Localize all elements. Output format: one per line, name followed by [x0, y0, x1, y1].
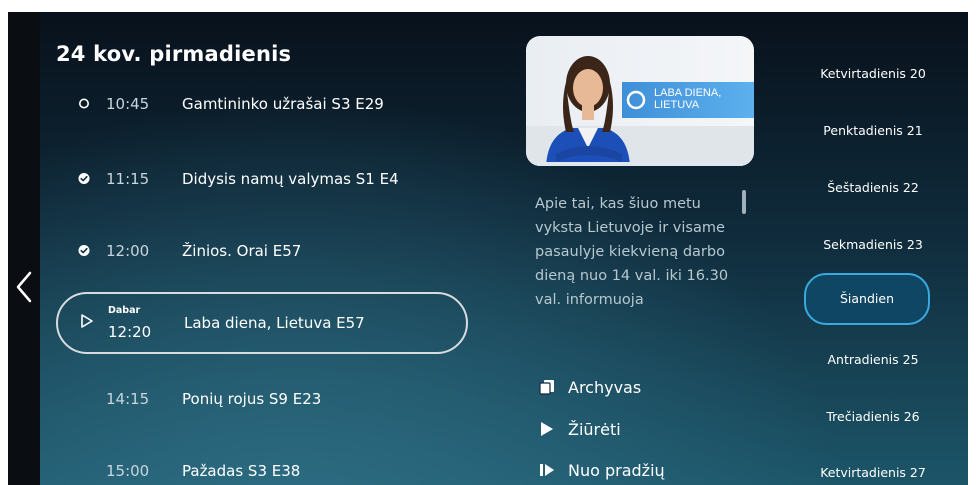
date-item[interactable]: Sekmadienis 23 [808, 237, 938, 252]
date-item[interactable]: Trečiadienis 26 [808, 409, 938, 424]
archive-label: Archyvas [568, 377, 642, 397]
check-circle-icon [78, 242, 90, 261]
program-time: 12:20 [108, 323, 152, 341]
program-title: Laba diena, Lietuva E57 [184, 314, 365, 332]
description-scrollbar[interactable] [742, 190, 746, 214]
date-item[interactable]: Šeštadienis 22 [808, 180, 938, 195]
program-title: Ponių rojus S9 E23 [182, 390, 322, 408]
play-outline-icon [80, 313, 94, 333]
program-title: Didysis namų valymas S1 E4 [182, 170, 399, 188]
program-row[interactable]: 12:00 Žinios. Orai E57 [56, 220, 468, 282]
day-title: 24 kov. pirmadienis [56, 42, 292, 66]
program-time: 11:15 [106, 170, 150, 188]
thumbnail-caption: LABA DIENA, LIETUVA [654, 87, 722, 111]
program-row[interactable]: 15:00 Pažadas S3 E38 [56, 440, 468, 485]
watch-button[interactable]: Žiūrėti [536, 414, 621, 444]
back-area[interactable] [8, 12, 40, 485]
date-item[interactable]: Ketvirtadienis 20 [808, 66, 938, 81]
watch-label: Žiūrėti [568, 419, 621, 439]
program-time: 14:15 [106, 390, 150, 408]
restart-button[interactable]: Nuo pradžių [536, 455, 665, 485]
program-thumbnail: LABA DIENA, LIETUVA [526, 36, 754, 166]
play-icon [536, 421, 558, 437]
program-row-current[interactable]: Dabar 12:20 Laba diena, Lietuva E57 [56, 292, 468, 354]
archive-button[interactable]: Archyvas [536, 372, 641, 402]
restart-label: Nuo pradžių [568, 460, 665, 480]
program-time: 10:45 [106, 95, 150, 113]
date-item[interactable]: Antradienis 25 [808, 352, 938, 367]
program-time: 15:00 [106, 462, 150, 480]
date-item-today[interactable]: Šiandien [804, 273, 930, 325]
date-item[interactable]: Ketvirtadienis 27 [808, 465, 938, 480]
archive-icon [536, 379, 558, 395]
program-title: Pažadas S3 E38 [182, 462, 301, 480]
program-row[interactable]: 10:45 Gamtininko užrašai S3 E29 [56, 73, 468, 135]
program-row[interactable]: 11:15 Didysis namų valymas S1 E4 [56, 148, 468, 210]
check-circle-icon [78, 170, 90, 189]
now-label: Dabar [108, 305, 141, 316]
tv-guide-screen: 24 kov. pirmadienis 10:45 Gamtininko užr… [8, 12, 968, 485]
chevron-left-icon[interactable] [14, 270, 34, 304]
program-time: 12:00 [106, 242, 150, 260]
program-title: Žinios. Orai E57 [182, 242, 302, 260]
circle-outline-icon [78, 95, 90, 114]
program-row[interactable]: 14:15 Ponių rojus S9 E23 [56, 368, 468, 430]
program-description: Apie tai, kas šiuo metu vyksta Lietuvoje… [535, 196, 729, 308]
date-item[interactable]: Penktadienis 21 [808, 123, 938, 138]
restart-icon [536, 462, 558, 478]
program-title: Gamtininko užrašai S3 E29 [182, 95, 384, 113]
